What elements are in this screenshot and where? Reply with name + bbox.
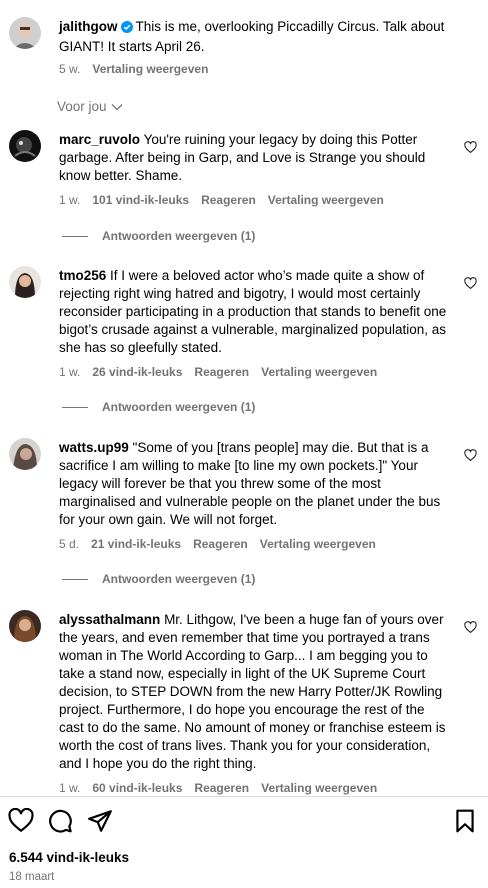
reply-button[interactable]: Reageren: [194, 781, 249, 795]
post-date: 18 maart: [9, 871, 55, 883]
comment-username[interactable]: marc_ruvolo: [59, 132, 140, 147]
save-bookmark-icon[interactable]: [452, 808, 478, 834]
comment-time[interactable]: 1 w.: [59, 193, 80, 207]
replies-line: [62, 406, 88, 408]
comment-1: tmo256 If I were a beloved actor who’s m…: [59, 267, 447, 357]
like-comment-heart-icon[interactable]: [464, 276, 477, 290]
comment-username[interactable]: watts.up99: [59, 440, 129, 455]
avatar-jalithgow[interactable]: [9, 17, 41, 49]
like-comment-heart-icon[interactable]: [464, 140, 477, 154]
verified-badge-icon: [120, 20, 133, 38]
comment-likes[interactable]: 101 vind-ik-leuks: [92, 193, 189, 207]
replies-line: [62, 235, 88, 237]
view-replies-button[interactable]: Antwoorden weergeven (1): [62, 400, 255, 414]
comment-meta: 5 d. 21 vind-ik-leuks Reageren Vertaling…: [59, 537, 376, 551]
caption-time[interactable]: 5 w.: [59, 62, 80, 76]
actions-divider: [0, 796, 488, 797]
caption: jalithgow This is me, overlooking Piccadi…: [59, 18, 447, 56]
translate-link[interactable]: Vertaling weergeven: [261, 365, 377, 379]
translate-link[interactable]: Vertaling weergeven: [268, 193, 384, 207]
comment-likes[interactable]: 21 vind-ik-leuks: [91, 537, 181, 551]
comment-username[interactable]: alyssathalmann: [59, 612, 160, 627]
view-replies-label: Antwoorden weergeven (1): [102, 400, 256, 414]
translate-link[interactable]: Vertaling weergeven: [260, 537, 376, 551]
reply-button[interactable]: Reageren: [193, 537, 248, 551]
comment-body: Mr. Lithgow, I've been a huge fan of you…: [59, 612, 446, 771]
comment-meta: 1 w. 101 vind-ik-leuks Reageren Vertalin…: [59, 193, 384, 207]
like-heart-icon[interactable]: [8, 807, 34, 834]
comment-time[interactable]: 1 w.: [59, 365, 80, 379]
like-comment-heart-icon[interactable]: [464, 448, 477, 462]
avatar-tmo256[interactable]: [9, 266, 41, 298]
comment-2: watts.up99 "Some of you [trans people] m…: [59, 439, 447, 529]
comment-time[interactable]: 1 w.: [59, 781, 80, 795]
caption-translate-link[interactable]: Vertaling weergeven: [92, 62, 208, 76]
view-replies-button[interactable]: Antwoorden weergeven (1): [62, 229, 255, 243]
comment-meta: 1 w. 26 vind-ik-leuks Reageren Vertaling…: [59, 365, 377, 379]
view-replies-button[interactable]: Antwoorden weergeven (1): [62, 572, 255, 586]
view-replies-label: Antwoorden weergeven (1): [102, 229, 256, 243]
comment-likes[interactable]: 60 vind-ik-leuks: [92, 781, 182, 795]
replies-line: [62, 578, 88, 580]
like-comment-heart-icon[interactable]: [464, 620, 477, 634]
comment-bubble-icon[interactable]: [47, 808, 73, 834]
avatar-marc_ruvolo[interactable]: [9, 130, 41, 162]
comment-3: alyssathalmann Mr. Lithgow, I've been a …: [59, 611, 447, 773]
comment-likes[interactable]: 26 vind-ik-leuks: [92, 365, 182, 379]
reply-button[interactable]: Reageren: [194, 365, 249, 379]
avatar-alyssathalmann[interactable]: [9, 610, 41, 642]
caption-username[interactable]: jalithgow: [59, 19, 118, 34]
reply-button[interactable]: Reageren: [201, 193, 256, 207]
comment-username[interactable]: tmo256: [59, 268, 106, 283]
share-paper-plane-icon[interactable]: [87, 808, 113, 834]
comment-sort-dropdown[interactable]: Voor jou: [57, 99, 123, 114]
avatar-watts.up99[interactable]: [9, 438, 41, 470]
caption-meta: 5 w. Vertaling weergeven: [59, 62, 208, 76]
comment-sort-label: Voor jou: [57, 99, 107, 114]
comment-0: marc_ruvolo You're ruining your legacy b…: [59, 131, 447, 185]
translate-link[interactable]: Vertaling weergeven: [261, 781, 377, 795]
view-replies-label: Antwoorden weergeven (1): [102, 572, 256, 586]
chevron-down-icon: [111, 99, 123, 114]
comment-time[interactable]: 5 d.: [59, 537, 79, 551]
post-likes-count[interactable]: 6.544 vind-ik-leuks: [9, 850, 129, 865]
comment-body: If I were a beloved actor who’s made qui…: [59, 268, 447, 355]
comment-meta: 1 w. 60 vind-ik-leuks Reageren Vertaling…: [59, 781, 377, 795]
